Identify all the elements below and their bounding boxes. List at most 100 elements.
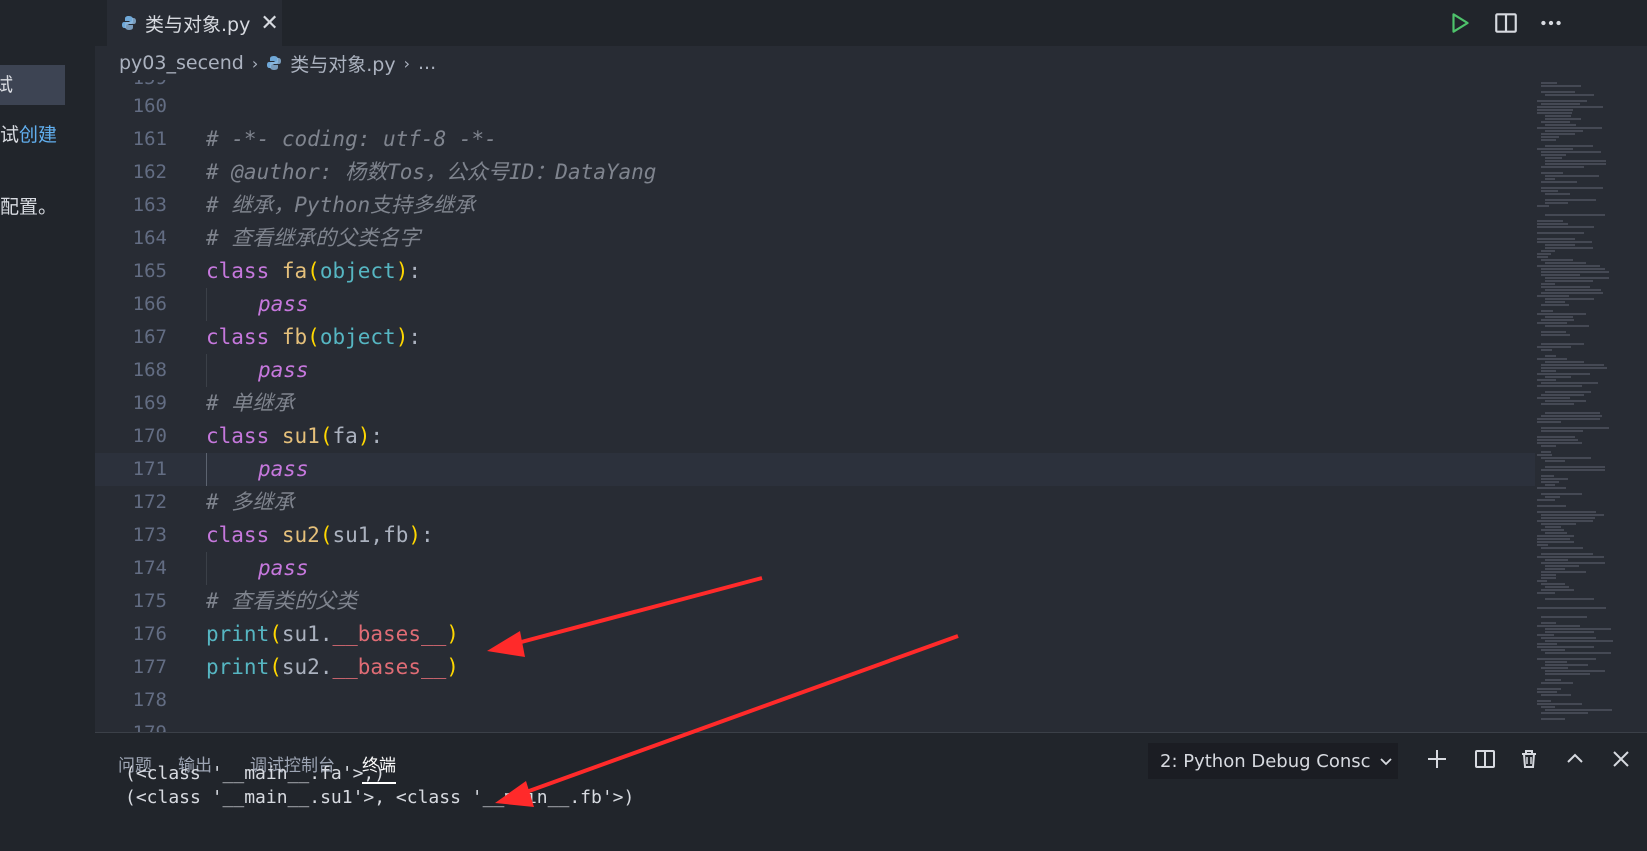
code-editor[interactable]: 159 160 161 # -*- coding: utf-8 -*- 162 … [95,80,1535,732]
minimap-stroke [1537,241,1592,243]
minimap-stroke [1541,403,1574,405]
minimap-stroke [1545,526,1561,528]
minimap-stroke [1541,547,1583,549]
minimap-stroke [1537,100,1587,102]
minimap-stroke [1537,691,1557,693]
minimap-stroke [1537,499,1555,501]
minimap-stroke [1541,718,1565,720]
minimap-stroke [1541,190,1558,192]
minimap-stroke [1545,160,1606,162]
minimap-stroke [1545,496,1560,498]
minimap-stroke [1541,292,1603,294]
python-icon [122,16,136,30]
minimap-stroke [1541,682,1573,684]
minimap-stroke [1537,397,1570,399]
minimap-stroke [1545,559,1568,561]
minimap-stroke [1541,523,1576,525]
split-editor-icon[interactable] [1493,10,1519,36]
minimap-stroke [1537,109,1573,111]
minimap-stroke [1545,484,1555,486]
code-line-166: 166 pass [95,288,1535,321]
minimap-stroke [1545,391,1591,393]
code-line-162: 162 # @author: 杨数Tos，公众号ID：DataYang [95,156,1535,189]
minimap-stroke [1545,247,1593,249]
add-terminal-icon[interactable] [1425,747,1449,771]
chevron-up-icon[interactable] [1563,747,1587,771]
minimap-stroke [1541,283,1555,285]
code-line-178: 178 [95,684,1535,717]
breadcrumb-folder[interactable]: py03_secend [119,52,244,74]
comment: # -*- coding: utf-8 -*- [206,127,497,151]
minimap-stroke [1537,313,1586,315]
tab-label: 类与对象.py [145,13,251,36]
comment: # 多继承 [206,490,295,514]
code-line-172: 172 # 多继承 [95,486,1535,519]
minimap-stroke [1541,319,1574,321]
minimap-stroke [1545,652,1611,654]
minimap-stroke [1541,151,1601,153]
minimap-stroke [1537,295,1569,297]
code-line-168: 168 pass [95,354,1535,387]
terminal-output-line: (<class '__main__.su1'>, <class '__main_… [125,787,635,808]
minimap-stroke [1541,574,1556,576]
minimap-stroke [1537,205,1549,207]
minimap-stroke [1537,358,1567,360]
minimap[interactable] [1535,80,1647,732]
minimap-stroke [1537,544,1548,546]
minimap-stroke [1541,457,1591,459]
minimap-stroke [1541,616,1587,618]
code-text: class fb(object): [206,325,421,349]
code-line-175: 175 # 查看类的父类 [95,585,1535,618]
minimap-stroke [1541,250,1555,252]
indent-guide [206,552,207,585]
minimap-stroke [1541,517,1595,519]
minimap-stroke [1541,172,1563,174]
minimap-stroke [1541,394,1584,396]
breadcrumb-more[interactable]: ... [418,52,436,74]
terminal-select[interactable]: 2: Python Debug Consc [1148,743,1398,779]
minimap-stroke [1541,310,1553,312]
line-number: 167 [132,326,167,348]
close-icon[interactable]: ✕ [260,11,278,36]
minimap-stroke [1537,439,1578,441]
line-number: 178 [132,689,167,711]
minimap-stroke [1537,418,1600,420]
minimap-stroke [1545,400,1586,402]
minimap-stroke [1545,214,1605,216]
minimap-stroke [1537,520,1593,522]
minimap-stroke [1541,571,1586,573]
line-number: 172 [132,491,167,513]
minimap-stroke [1537,541,1574,543]
minimap-stroke [1537,658,1596,660]
trash-icon[interactable] [1517,747,1541,771]
minimap-stroke [1541,136,1559,138]
minimap-stroke [1545,325,1589,327]
minimap-stroke [1545,355,1556,357]
more-actions-icon[interactable] [1538,10,1564,36]
minimap-stroke [1545,193,1570,195]
minimap-stroke [1545,199,1596,201]
create-link[interactable]: 创建 [19,124,57,146]
minimap-stroke [1541,103,1580,105]
indent-guide [206,288,207,321]
breadcrumb-file[interactable]: 类与对象.py [290,50,395,77]
minimap-stroke [1545,568,1565,570]
split-terminal-icon[interactable] [1473,747,1497,771]
tab-file[interactable]: 类与对象.py ✕ [107,0,282,46]
minimap-stroke [1541,649,1565,651]
close-icon[interactable] [1609,747,1633,771]
minimap-stroke [1541,304,1569,306]
minimap-stroke [1545,661,1567,663]
minimap-stroke [1545,202,1568,204]
minimap-stroke [1545,118,1581,120]
code-line-167: 167 class fb(object): [95,321,1535,354]
comment: # 继承，Python支持多继承 [206,193,476,217]
code-line-161: 161 # -*- coding: utf-8 -*- [95,123,1535,156]
minimap-stroke [1541,493,1582,495]
line-number: 171 [132,458,167,480]
minimap-stroke [1537,220,1563,222]
minimap-stroke [1545,163,1606,165]
minimap-stroke [1541,259,1573,261]
run-icon[interactable] [1447,10,1473,36]
minimap-stroke [1541,475,1554,477]
